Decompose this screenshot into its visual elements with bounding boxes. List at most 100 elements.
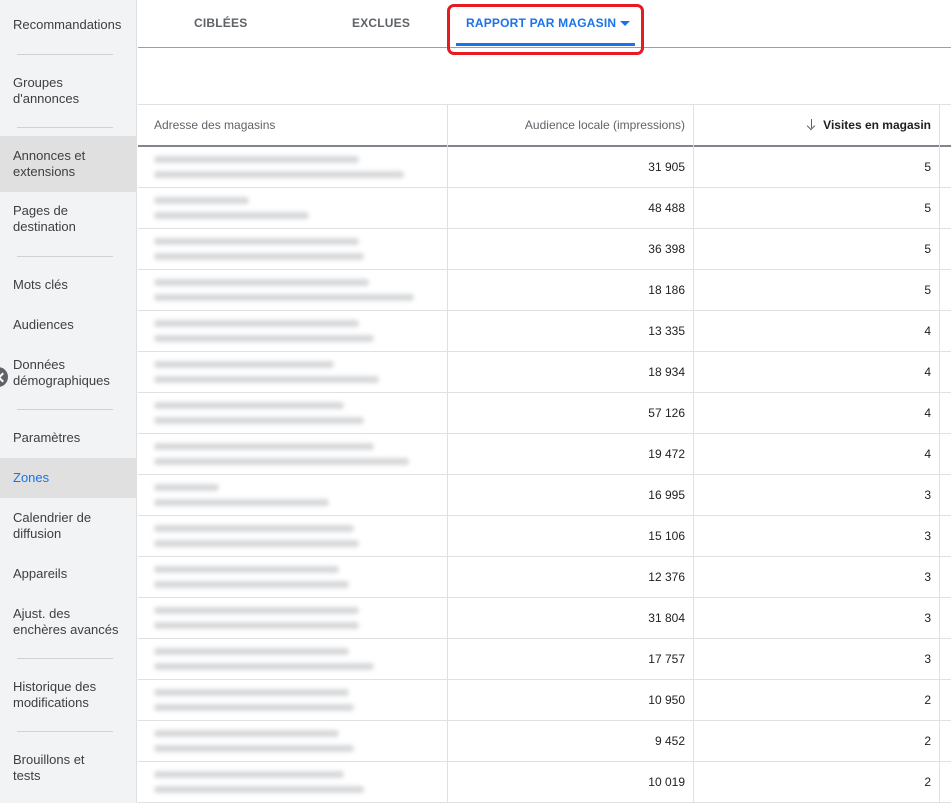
store-address-blurred (154, 786, 364, 793)
sidebar-item-recommandations[interactable]: Recommandations (0, 17, 137, 33)
store-address-blurred (154, 156, 359, 163)
cell-audience: 10 019 (648, 775, 685, 789)
table-row[interactable]: 18 186 5 (138, 270, 951, 311)
sidebar-divider (17, 256, 113, 257)
sidebar-item-appareils[interactable]: Appareils (0, 566, 137, 582)
sort-descending-icon (807, 118, 817, 130)
table-row[interactable]: 10 950 2 (138, 680, 951, 721)
table-row[interactable]: 16 995 3 (138, 475, 951, 516)
sidebar-item-zones[interactable]: Zones (0, 458, 137, 498)
store-address-blurred (154, 417, 364, 424)
sidebar-divider (17, 409, 113, 410)
sidebar-divider (17, 54, 113, 55)
cell-audience: 18 186 (648, 283, 685, 297)
table-row[interactable]: 12 376 3 (138, 557, 951, 598)
sidebar-item-historique-modifications[interactable]: Historique des modifications (0, 679, 137, 711)
table-row[interactable]: 48 488 5 (138, 188, 951, 229)
sidebar-divider (17, 658, 113, 659)
store-address-blurred (154, 238, 359, 245)
sidebar-item-brouillons-tests[interactable]: Brouillons et tests (0, 752, 137, 784)
store-address-blurred (154, 704, 354, 711)
table-row[interactable]: 18 934 4 (138, 352, 951, 393)
store-address-blurred (154, 253, 364, 260)
table-row[interactable]: 13 335 4 (138, 311, 951, 352)
store-address-blurred (154, 499, 329, 506)
store-address-blurred (154, 484, 219, 491)
store-address-blurred (154, 648, 349, 655)
tab-exclues[interactable]: EXCLUES (352, 16, 410, 30)
cell-visites: 4 (924, 324, 931, 338)
table-row[interactable]: 9 452 2 (138, 721, 951, 762)
store-address-blurred (154, 361, 334, 368)
cell-visites: 3 (924, 529, 931, 543)
table-row[interactable]: 57 126 4 (138, 393, 951, 434)
highlight-annotation (447, 4, 644, 55)
table-row[interactable]: 19 472 4 (138, 434, 951, 475)
sidebar-item-calendrier-diffusion[interactable]: Calendrier de diffusion (0, 510, 137, 542)
sidebar-item-donnees-demographiques[interactable]: Données démographiques (0, 357, 137, 389)
sidebar-item-parametres[interactable]: Paramètres (0, 430, 137, 446)
table-row[interactable]: 17 757 3 (138, 639, 951, 680)
sidebar-item-mots-cles[interactable]: Mots clés (0, 277, 137, 293)
cell-visites: 5 (924, 242, 931, 256)
sidebar-item-groupes-annonces[interactable]: Groupes d'annonces (0, 75, 95, 107)
store-address-blurred (154, 607, 359, 614)
cell-visites: 5 (924, 283, 931, 297)
store-address-blurred (154, 581, 349, 588)
store-address-blurred (154, 402, 344, 409)
store-address-blurred (154, 197, 249, 204)
store-address-blurred (154, 663, 374, 670)
sidebar: Recommandations Groupes d'annonces Annon… (0, 0, 137, 803)
cell-visites: 5 (924, 201, 931, 215)
table-row[interactable]: 15 106 3 (138, 516, 951, 557)
store-address-blurred (154, 443, 374, 450)
cell-visites: 3 (924, 652, 931, 666)
cell-audience: 19 472 (648, 447, 685, 461)
column-header-visites[interactable]: Visites en magasin (694, 104, 931, 146)
cell-visites: 2 (924, 734, 931, 748)
store-address-blurred (154, 745, 354, 752)
table-row[interactable]: 31 804 3 (138, 598, 951, 639)
store-address-blurred (154, 525, 354, 532)
cell-visites: 4 (924, 406, 931, 420)
column-header-adresse[interactable]: Adresse des magasins (154, 104, 275, 146)
sidebar-divider (17, 127, 113, 128)
tab-ciblees[interactable]: CIBLÉES (194, 16, 247, 30)
cell-audience: 9 452 (654, 734, 685, 748)
store-address-blurred (154, 689, 349, 696)
cell-visites: 4 (924, 447, 931, 461)
store-address-blurred (154, 771, 344, 778)
store-address-blurred (154, 566, 339, 573)
table-row[interactable]: 10 019 2 (138, 762, 951, 803)
cell-visites: 3 (924, 488, 931, 502)
cell-visites: 2 (924, 775, 931, 789)
sidebar-item-audiences[interactable]: Audiences (0, 317, 137, 333)
cell-audience: 36 398 (648, 242, 685, 256)
cell-visites: 3 (924, 611, 931, 625)
store-address-blurred (154, 171, 404, 178)
column-header-visites-label: Visites en magasin (823, 118, 931, 132)
store-address-blurred (154, 320, 359, 327)
cell-audience: 31 905 (648, 160, 685, 174)
cell-audience: 13 335 (648, 324, 685, 338)
cell-audience: 18 934 (648, 365, 685, 379)
sidebar-item-ajust-encheres[interactable]: Ajust. des enchères avancés (0, 606, 137, 638)
store-address-blurred (154, 540, 359, 547)
sidebar-item-pages-destination[interactable]: Pages de destination (0, 203, 137, 235)
cell-audience: 10 950 (648, 693, 685, 707)
store-address-blurred (154, 279, 369, 286)
cell-audience: 15 106 (648, 529, 685, 543)
column-header-audience[interactable]: Audience locale (impressions) (448, 104, 685, 146)
table-row[interactable]: 36 398 5 (138, 229, 951, 270)
cell-visites: 4 (924, 365, 931, 379)
store-address-blurred (154, 622, 359, 629)
store-address-blurred (154, 376, 379, 383)
store-address-blurred (154, 730, 339, 737)
cell-audience: 17 757 (648, 652, 685, 666)
table-row[interactable]: 31 905 5 (138, 147, 951, 188)
cell-audience: 16 995 (648, 488, 685, 502)
cell-audience: 31 804 (648, 611, 685, 625)
sidebar-item-annonces-extensions[interactable]: Annonces et extensions (0, 136, 137, 192)
cell-audience: 48 488 (648, 201, 685, 215)
store-address-blurred (154, 458, 409, 465)
